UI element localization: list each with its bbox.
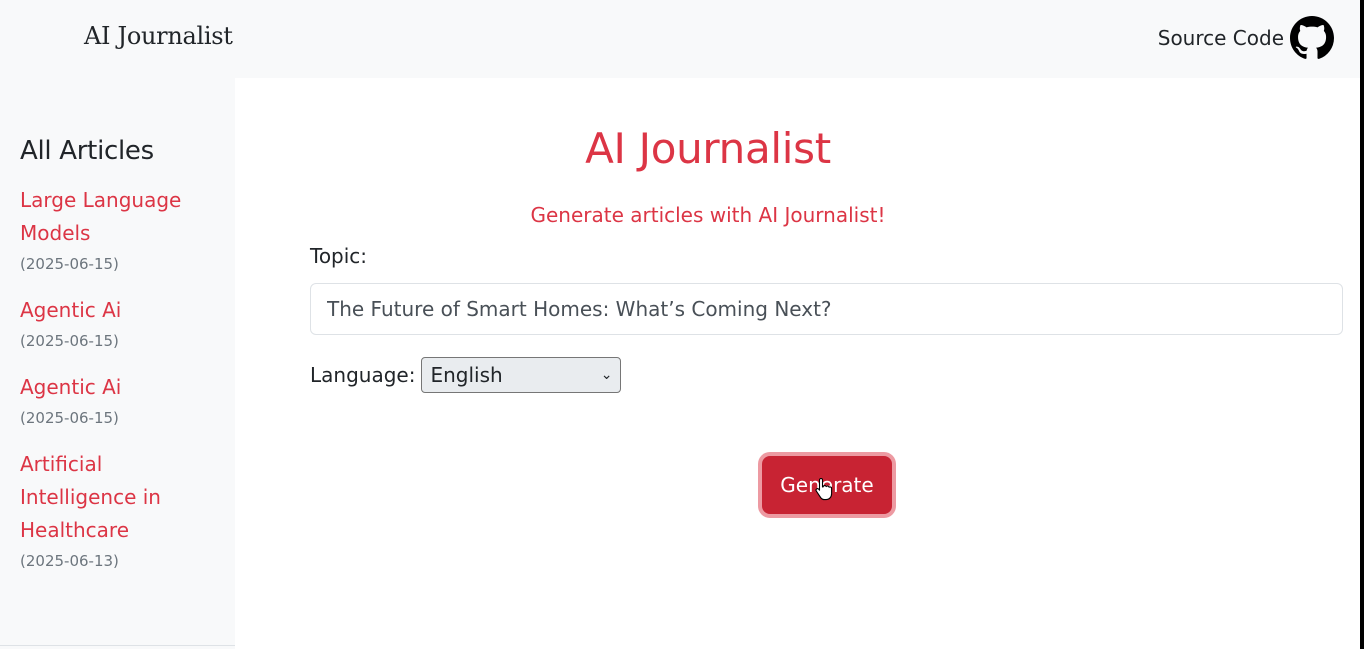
article-title-line: Artificial: [20, 452, 103, 476]
article-date: (2025-06-13): [20, 552, 119, 570]
window-edge: [1360, 0, 1364, 649]
github-icon: [1290, 16, 1334, 59]
generate-button[interactable]: Generate: [762, 456, 892, 514]
article-date: (2025-06-15): [20, 255, 119, 273]
article-date: (2025-06-15): [20, 409, 119, 427]
language-select[interactable]: English ⌄: [421, 357, 622, 393]
article-link-large-language-models[interactable]: Large Language Models: [20, 184, 220, 250]
sidebar-title: All Articles: [20, 136, 154, 166]
topic-input[interactable]: [310, 283, 1343, 335]
article-title-line: Agentic Ai: [20, 375, 122, 399]
chevron-down-icon: ⌄: [600, 367, 613, 383]
article-date: (2025-06-15): [20, 332, 119, 350]
divider: [0, 645, 272, 646]
article-title-line: Agentic Ai: [20, 298, 122, 322]
brand-link[interactable]: AI Journalist: [84, 22, 233, 50]
list-item: Large Language Models (2025-06-15): [20, 184, 220, 275]
language-row: Language: English ⌄: [310, 357, 622, 393]
article-link-agentic-ai[interactable]: Agentic Ai: [20, 294, 220, 327]
article-link-ai-in-healthcare[interactable]: Artificial Intelligence in Healthcare: [20, 448, 220, 547]
top-navbar: AI Journalist Source Code: [0, 0, 1364, 78]
article-list: Large Language Models (2025-06-15) Agent…: [20, 184, 220, 591]
topic-label: Topic:: [310, 244, 368, 268]
main-content: AI Journalist Generate articles with AI …: [235, 78, 1360, 649]
language-label: Language:: [310, 363, 416, 387]
article-title-line: Healthcare: [20, 518, 130, 542]
article-link-agentic-ai-2[interactable]: Agentic Ai: [20, 371, 220, 404]
list-item: Artificial Intelligence in Healthcare (2…: [20, 448, 220, 572]
page-title: AI Journalist: [585, 124, 831, 173]
sidebar: All Articles Large Language Models (2025…: [0, 78, 235, 649]
list-item: Agentic Ai (2025-06-15): [20, 294, 220, 352]
source-code-label: Source Code: [1157, 26, 1284, 50]
source-code-link[interactable]: Source Code: [1158, 16, 1334, 60]
list-item: Agentic Ai (2025-06-15): [20, 371, 220, 429]
article-title-line: Intelligence in: [20, 485, 161, 509]
page-subtitle: Generate articles with AI Journalist!: [530, 203, 886, 227]
language-selected-value: English: [430, 363, 503, 387]
article-title-line: Models: [20, 221, 91, 245]
article-title-line: Large Language: [20, 188, 182, 212]
